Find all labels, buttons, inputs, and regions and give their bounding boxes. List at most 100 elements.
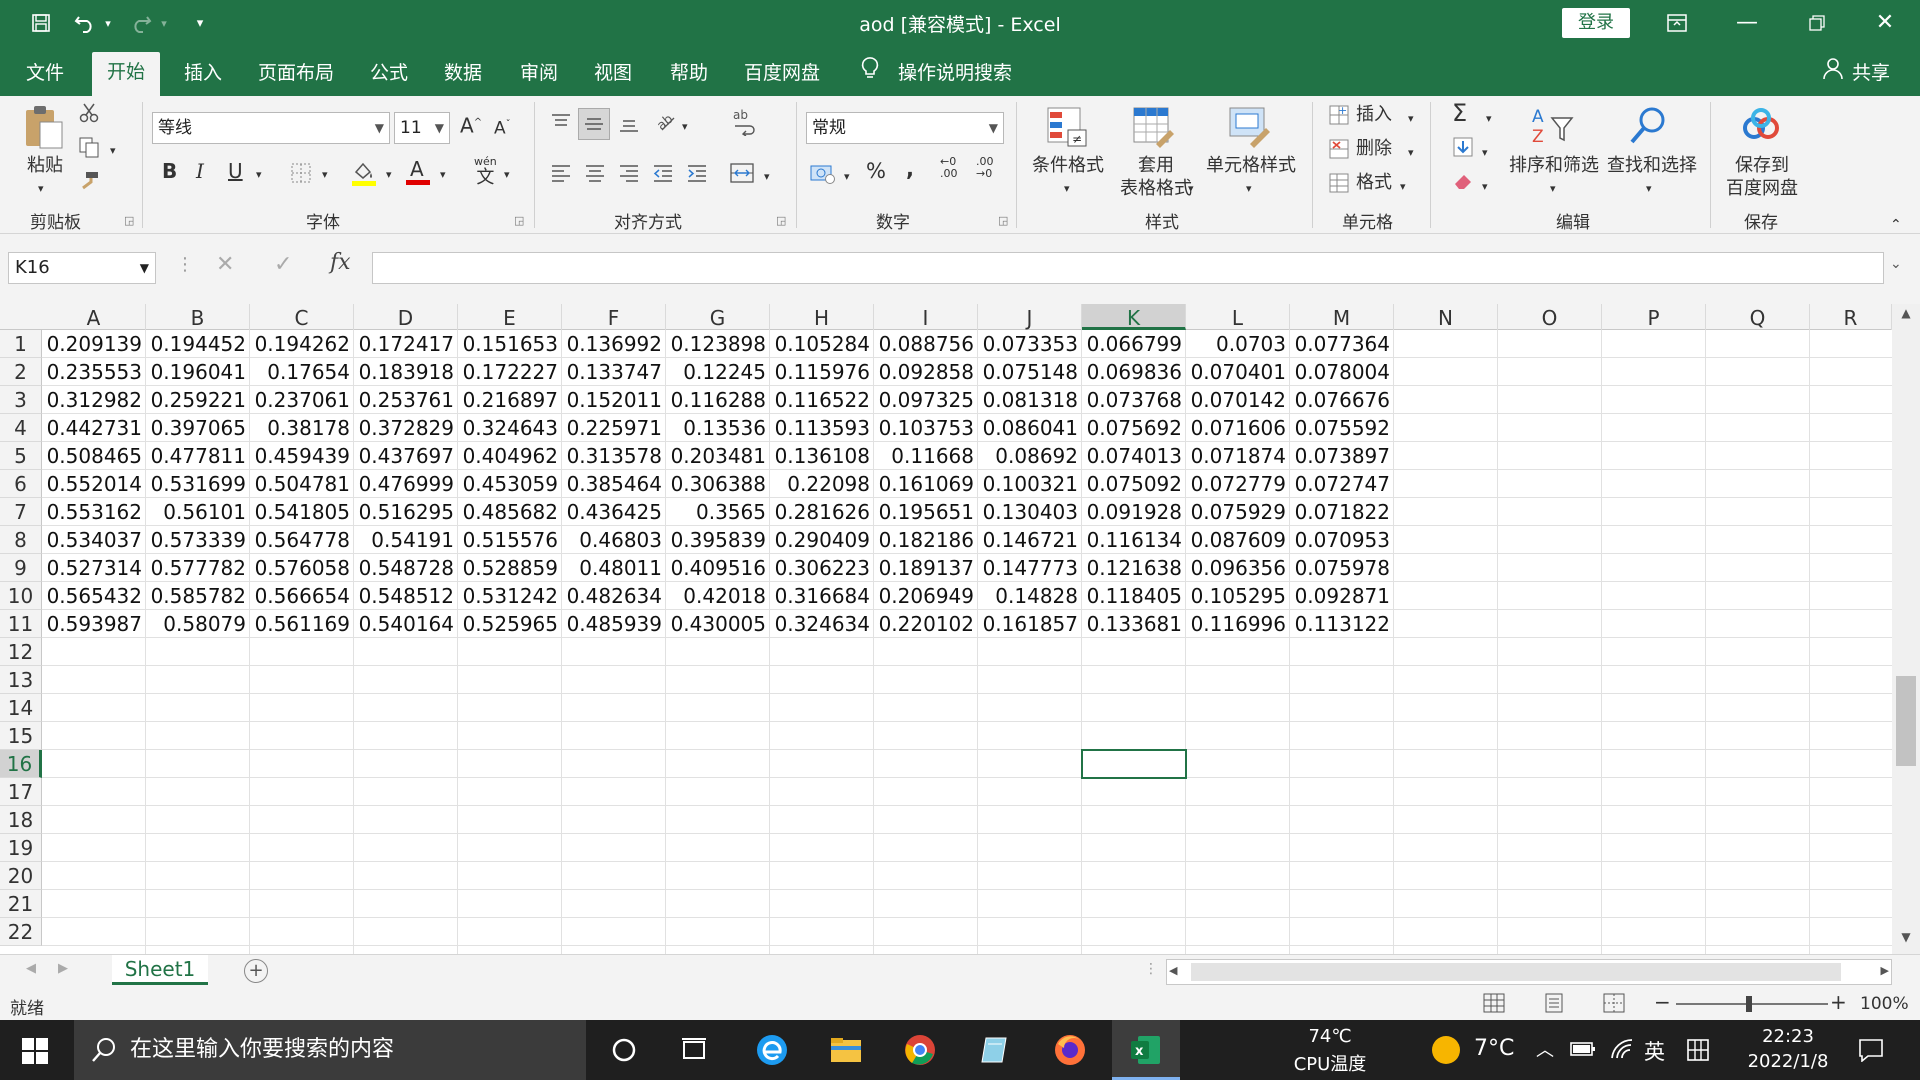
cell-c7[interactable]: 0.541805 bbox=[250, 498, 354, 526]
cell-b1[interactable]: 0.194452 bbox=[146, 330, 250, 358]
cell-g8[interactable]: 0.395839 bbox=[666, 526, 770, 554]
row-header-5[interactable]: 5 bbox=[0, 442, 42, 470]
cell-c3[interactable]: 0.237061 bbox=[250, 386, 354, 414]
cell-e9[interactable]: 0.528859 bbox=[458, 554, 562, 582]
format-painter-icon[interactable] bbox=[78, 170, 100, 198]
insert-function-icon[interactable]: fx bbox=[330, 250, 351, 275]
show-hidden-icons-icon[interactable]: ︿ bbox=[1536, 1036, 1554, 1062]
cell-d10[interactable]: 0.548512 bbox=[354, 582, 458, 610]
autosum-icon[interactable]: Σ bbox=[1452, 101, 1467, 125]
tell-me-search[interactable]: 操作说明搜索 bbox=[898, 58, 1012, 85]
row-header-14[interactable]: 14 bbox=[0, 694, 42, 722]
sheet-next-icon[interactable]: ▶ bbox=[58, 961, 68, 976]
bold-icon[interactable]: B bbox=[162, 160, 177, 182]
cell-k9[interactable]: 0.121638 bbox=[1082, 554, 1186, 582]
cell-c6[interactable]: 0.504781 bbox=[250, 470, 354, 498]
scroll-right-icon[interactable]: ▶ bbox=[1881, 964, 1889, 977]
orientation-dropdown-icon[interactable]: ▾ bbox=[682, 116, 688, 138]
sheet-tab-sheet1[interactable]: Sheet1 bbox=[112, 955, 208, 985]
minimize-icon[interactable]: — bbox=[1712, 0, 1782, 46]
cell-l3[interactable]: 0.070142 bbox=[1186, 386, 1290, 414]
cell-f1[interactable]: 0.136992 bbox=[562, 330, 666, 358]
column-header-l[interactable]: L bbox=[1186, 304, 1290, 330]
cell-h1[interactable]: 0.105284 bbox=[770, 330, 874, 358]
excel-taskbar-button[interactable]: x bbox=[1112, 1020, 1180, 1080]
cell-b3[interactable]: 0.259221 bbox=[146, 386, 250, 414]
name-box[interactable]: K16 ▼ bbox=[8, 252, 156, 284]
cut-icon[interactable] bbox=[78, 102, 100, 130]
cell-b8[interactable]: 0.573339 bbox=[146, 526, 250, 554]
cell-j4[interactable]: 0.086041 bbox=[978, 414, 1082, 442]
row-header-22[interactable]: 22 bbox=[0, 918, 42, 946]
cell-j5[interactable]: 0.08692 bbox=[978, 442, 1082, 470]
edge-icon[interactable] bbox=[756, 1034, 788, 1066]
cell-j2[interactable]: 0.075148 bbox=[978, 358, 1082, 386]
align-center-icon[interactable] bbox=[584, 162, 606, 190]
row-header-13[interactable]: 13 bbox=[0, 666, 42, 694]
tab-file[interactable]: 文件 bbox=[26, 58, 64, 85]
cell-h11[interactable]: 0.324634 bbox=[770, 610, 874, 638]
cell-d4[interactable]: 0.372829 bbox=[354, 414, 458, 442]
merge-dropdown-icon[interactable]: ▾ bbox=[764, 166, 770, 188]
cell-h6[interactable]: 0.22098 bbox=[770, 470, 874, 498]
row-header-4[interactable]: 4 bbox=[0, 414, 42, 442]
cell-f6[interactable]: 0.385464 bbox=[562, 470, 666, 498]
cell-a6[interactable]: 0.552014 bbox=[42, 470, 146, 498]
delete-cells-icon[interactable] bbox=[1328, 138, 1350, 166]
cell-f10[interactable]: 0.482634 bbox=[562, 582, 666, 610]
align-top-icon[interactable] bbox=[550, 112, 572, 140]
save-baidu-label[interactable]: 保存到 百度网盘 bbox=[1720, 154, 1804, 200]
cell-styles-label[interactable]: 单元格样式 bbox=[1202, 154, 1300, 177]
cell-j8[interactable]: 0.146721 bbox=[978, 526, 1082, 554]
conditional-format-label[interactable]: 条件格式 bbox=[1026, 154, 1110, 177]
paste-dropdown-icon[interactable]: ▾ bbox=[38, 178, 44, 200]
cortana-icon[interactable] bbox=[610, 1036, 638, 1068]
baidu-netdisk-icon[interactable] bbox=[1738, 104, 1788, 150]
font-color-icon[interactable]: A bbox=[406, 157, 430, 192]
sort-filter-label[interactable]: 排序和筛选 bbox=[1506, 154, 1602, 177]
zoom-slider[interactable] bbox=[1676, 1003, 1828, 1005]
tab-help[interactable]: 帮助 bbox=[670, 58, 708, 85]
cell-h2[interactable]: 0.115976 bbox=[770, 358, 874, 386]
cell-m8[interactable]: 0.070953 bbox=[1290, 526, 1394, 554]
merge-center-icon[interactable] bbox=[730, 162, 754, 190]
cell-l5[interactable]: 0.071874 bbox=[1186, 442, 1290, 470]
font-launcher-icon[interactable]: ◲ bbox=[514, 210, 524, 232]
vertical-scrollbar[interactable]: ▲ ▼ bbox=[1892, 304, 1920, 954]
cell-a1[interactable]: 0.209139 bbox=[42, 330, 146, 358]
cell-m2[interactable]: 0.078004 bbox=[1290, 358, 1394, 386]
scroll-down-icon[interactable]: ▼ bbox=[1894, 930, 1918, 952]
find-select-label[interactable]: 查找和选择 bbox=[1604, 154, 1700, 177]
horizontal-scrollbar[interactable]: ◀ ▶ bbox=[1166, 959, 1892, 985]
cell-e4[interactable]: 0.324643 bbox=[458, 414, 562, 442]
increase-font-icon[interactable]: A^ bbox=[460, 112, 482, 137]
cell-i2[interactable]: 0.092858 bbox=[874, 358, 978, 386]
column-header-e[interactable]: E bbox=[458, 304, 562, 330]
cell-m6[interactable]: 0.072747 bbox=[1290, 470, 1394, 498]
user-icon[interactable] bbox=[1822, 56, 1844, 85]
find-select-dropdown-icon[interactable]: ▾ bbox=[1646, 178, 1652, 200]
cell-i6[interactable]: 0.161069 bbox=[874, 470, 978, 498]
cell-i5[interactable]: 0.11668 bbox=[874, 442, 978, 470]
scroll-up-icon[interactable]: ▲ bbox=[1894, 306, 1918, 328]
cell-m11[interactable]: 0.113122 bbox=[1290, 610, 1394, 638]
cell-e2[interactable]: 0.172227 bbox=[458, 358, 562, 386]
cell-l11[interactable]: 0.116996 bbox=[1186, 610, 1290, 638]
accounting-dropdown-icon[interactable]: ▾ bbox=[844, 166, 850, 188]
active-cell-selection[interactable] bbox=[1081, 749, 1187, 779]
cell-f5[interactable]: 0.313578 bbox=[562, 442, 666, 470]
row-header-6[interactable]: 6 bbox=[0, 470, 42, 498]
cell-l2[interactable]: 0.070401 bbox=[1186, 358, 1290, 386]
cell-b7[interactable]: 0.56101 bbox=[146, 498, 250, 526]
number-format-select[interactable]: 常规 ▼ bbox=[806, 112, 1004, 144]
column-header-h[interactable]: H bbox=[770, 304, 874, 330]
cell-d9[interactable]: 0.548728 bbox=[354, 554, 458, 582]
normal-view-icon[interactable] bbox=[1482, 992, 1506, 1019]
cell-d5[interactable]: 0.437697 bbox=[354, 442, 458, 470]
ime-grid-icon[interactable] bbox=[1686, 1038, 1710, 1066]
name-box-dropdown-icon[interactable]: ▼ bbox=[140, 253, 149, 283]
cell-i3[interactable]: 0.097325 bbox=[874, 386, 978, 414]
cell-m7[interactable]: 0.071822 bbox=[1290, 498, 1394, 526]
cell-a4[interactable]: 0.442731 bbox=[42, 414, 146, 442]
format-cells-icon[interactable] bbox=[1328, 172, 1350, 200]
